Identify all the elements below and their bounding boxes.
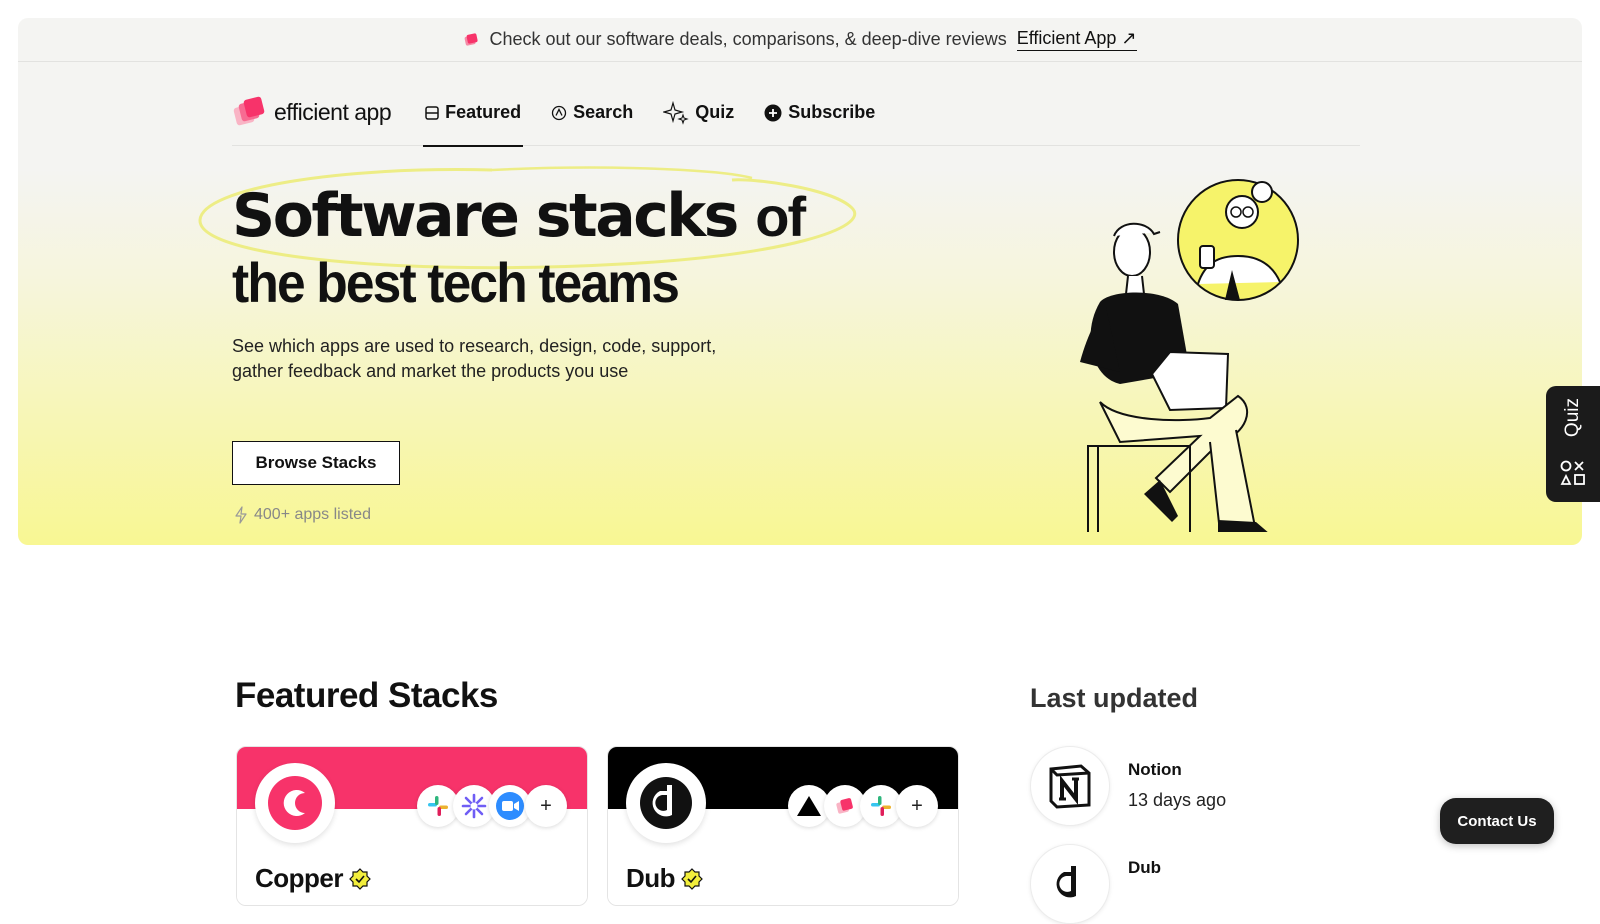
headline-of: of — [755, 185, 806, 248]
apps-count-text: 400+ apps listed — [254, 506, 371, 523]
nav-search[interactable]: Search — [549, 80, 635, 146]
copper-logo-icon — [255, 763, 335, 843]
nav-quiz-label: Quiz — [695, 102, 735, 122]
main-nav: efficient app Featured Search Quiz Subsc… — [232, 80, 1360, 147]
dub-logo-icon — [1030, 844, 1110, 924]
efficient-app-logo-icon — [233, 96, 265, 125]
card-app-icons: + — [788, 785, 938, 827]
quiz-side-tab[interactable]: Quiz — [1546, 386, 1600, 502]
last-updated-item[interactable]: Dub — [1030, 844, 1161, 924]
browse-stacks-button[interactable]: Browse Stacks — [232, 441, 400, 485]
brand-logo[interactable]: efficient app — [232, 96, 392, 130]
stack-card-copper[interactable]: + Copper — [236, 746, 588, 906]
nav-subscribe[interactable]: Subscribe — [762, 80, 877, 146]
more-apps-button[interactable]: + — [525, 785, 567, 827]
apps-count: 400+ apps listed — [234, 506, 371, 524]
last-updated-name: Notion — [1128, 760, 1182, 779]
notion-logo-icon — [1030, 746, 1110, 826]
verified-badge-icon — [681, 867, 703, 890]
last-updated-time: 13 days ago — [1128, 790, 1227, 810]
plus-circle-icon — [764, 104, 782, 121]
headline-line2: the best tech teams — [232, 251, 680, 314]
shapes-icon — [1560, 460, 1585, 485]
card-title: Dub — [626, 863, 703, 894]
verified-badge-icon — [349, 867, 371, 890]
hero-subtitle: See which apps are used to research, des… — [232, 336, 717, 381]
hero-section: Check out our software deals, comparison… — [18, 18, 1582, 545]
card-name: Dub — [626, 863, 676, 893]
nav-quiz[interactable]: Quiz — [661, 80, 736, 146]
nav-featured[interactable]: Featured — [423, 80, 524, 147]
quiz-side-tab-label: Quiz — [1562, 398, 1583, 438]
contact-us-button[interactable]: Contact Us — [1440, 798, 1554, 844]
headline-highlight: Software stacks — [232, 181, 739, 251]
featured-icon — [425, 105, 439, 120]
search-icon — [552, 105, 567, 120]
last-updated-name: Dub — [1128, 858, 1162, 877]
dub-logo-icon — [626, 763, 706, 843]
nav-featured-label: Featured — [445, 102, 522, 122]
featured-stacks-title: Featured Stacks — [235, 676, 498, 715]
hero-illustration — [1080, 179, 1299, 532]
lightning-icon — [235, 506, 247, 524]
nav-search-label: Search — [573, 102, 634, 122]
announcement-bar: Check out our software deals, comparison… — [18, 18, 1582, 62]
more-apps-button[interactable]: + — [896, 785, 938, 827]
sparkle-icon — [663, 100, 689, 125]
card-app-icons: + — [417, 785, 567, 827]
nav-subscribe-label: Subscribe — [788, 102, 876, 122]
last-updated-title: Last updated — [1030, 683, 1199, 713]
hero-headline: Software stacks of the best tech teams — [232, 182, 952, 315]
card-name: Copper — [255, 863, 344, 893]
brand-name: efficient app — [274, 99, 392, 125]
last-updated-item[interactable]: Notion 13 days ago — [1030, 746, 1226, 826]
announcement-text: Check out our software deals, comparison… — [489, 29, 1007, 49]
efficient-app-mini-logo-icon — [463, 32, 479, 48]
card-title: Copper — [255, 863, 371, 894]
stack-card-dub[interactable]: + Dub — [607, 746, 959, 906]
announcement-link[interactable]: Efficient App ↗ — [1016, 28, 1137, 51]
